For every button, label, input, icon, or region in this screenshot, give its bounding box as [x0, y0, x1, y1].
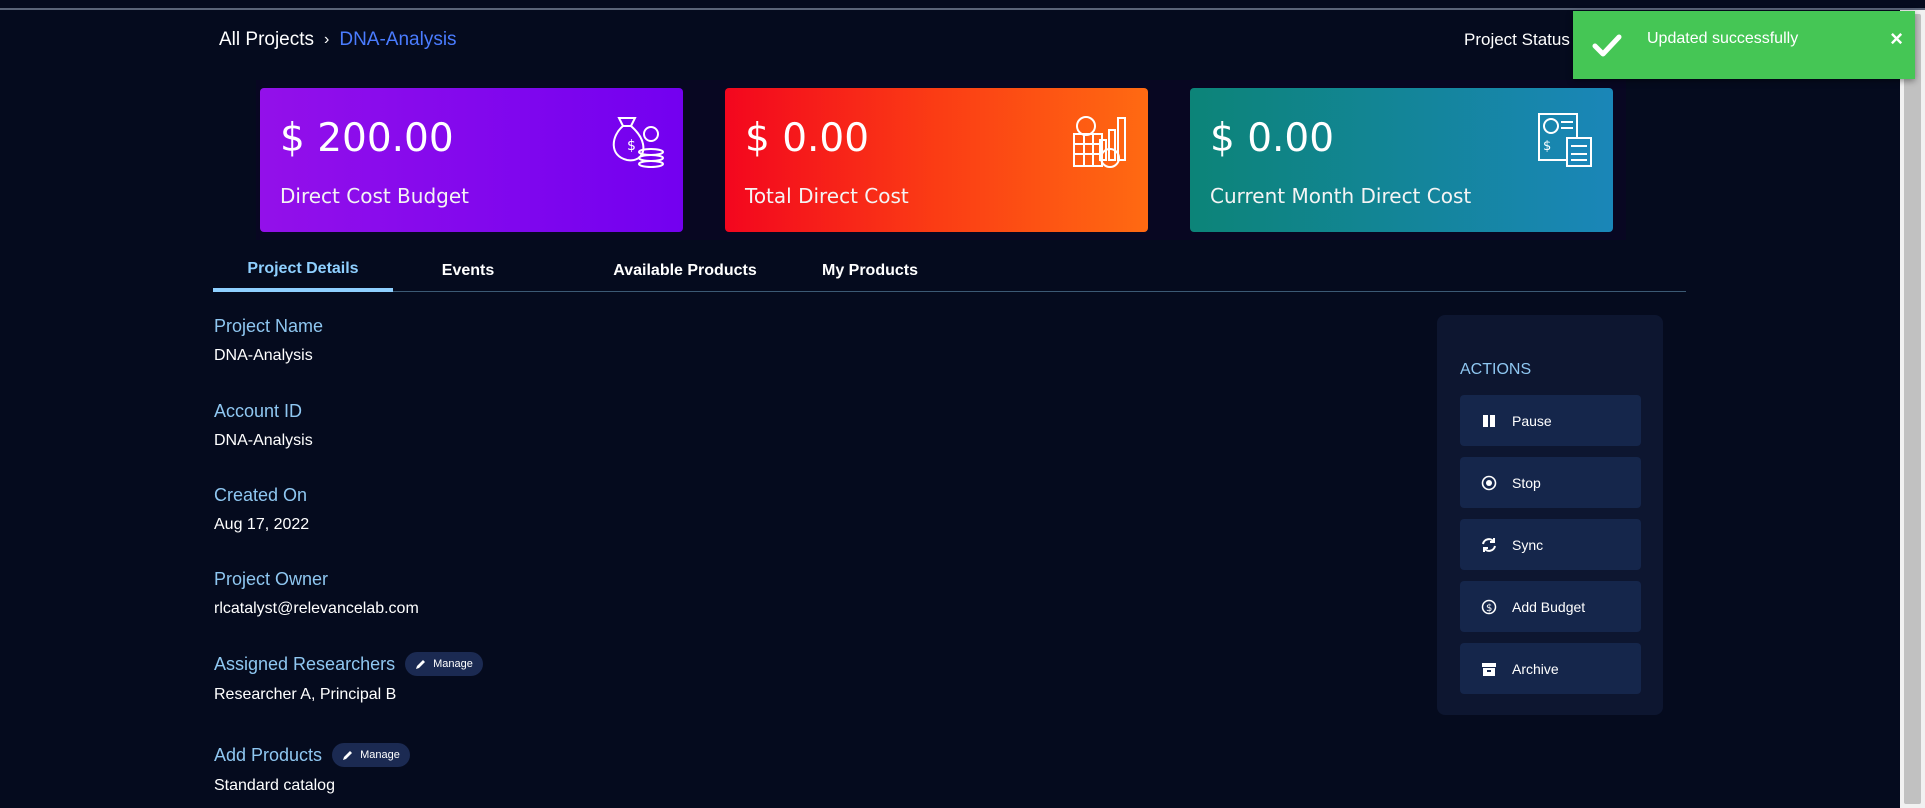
- pause-button[interactable]: Pause: [1460, 395, 1641, 446]
- field-assigned-researchers: Assigned Researchers Manage Researcher A…: [214, 652, 483, 704]
- field-value: Standard catalog: [214, 777, 335, 794]
- toast-message: Updated successfully: [1647, 30, 1799, 47]
- stop-circle-icon: [1480, 474, 1498, 492]
- breadcrumb: All Projects › DNA-Analysis: [219, 29, 457, 51]
- field-value: DNA-Analysis: [214, 432, 313, 449]
- sync-icon: [1480, 536, 1498, 554]
- cost-chart-icon: [1073, 116, 1126, 168]
- pause-icon: [1480, 412, 1498, 430]
- field-label-row: Assigned Researchers Manage: [214, 652, 483, 676]
- field-label: Project Owner: [214, 569, 329, 589]
- breadcrumb-current-project[interactable]: DNA-Analysis: [339, 29, 456, 51]
- success-toast: Updated successfully ×: [1573, 11, 1915, 79]
- toast-close-button[interactable]: ×: [1890, 26, 1903, 52]
- archive-button[interactable]: Archive: [1460, 643, 1641, 694]
- manage-researchers-button[interactable]: Manage: [405, 652, 483, 676]
- action-label: Stop: [1512, 474, 1541, 491]
- field-value: Researcher A, Principal B: [214, 686, 397, 703]
- manage-products-button[interactable]: Manage: [332, 743, 410, 767]
- project-status-label: Project Status :: [1464, 30, 1580, 49]
- action-label: Sync: [1512, 536, 1544, 553]
- tab-my-products[interactable]: My Products: [805, 250, 935, 292]
- svg-text:$: $: [1543, 139, 1551, 154]
- stop-button[interactable]: Stop: [1460, 457, 1641, 508]
- card-label: Current Month Direct Cost: [1210, 184, 1472, 208]
- svg-text:$: $: [1486, 603, 1492, 614]
- actions-panel: ACTIONS Pause Stop Sync $ Add Budget Arc…: [1437, 315, 1663, 715]
- archive-box-icon: [1480, 660, 1498, 678]
- field-created-on: Created On Aug 17, 2022: [214, 485, 309, 534]
- card-label: Total Direct Cost: [745, 184, 909, 208]
- manage-label: Manage: [360, 749, 400, 761]
- field-project-name: Project Name DNA-Analysis: [214, 316, 323, 365]
- pencil-icon: [343, 751, 353, 760]
- field-label-row: Add Products Manage: [214, 743, 410, 767]
- card-amount: $ 200.00: [280, 116, 454, 161]
- card-amount: $ 0.00: [745, 116, 870, 161]
- card-amount: $ 0.00: [1210, 116, 1335, 161]
- field-add-products: Add Products Manage Standard catalog: [214, 743, 410, 795]
- field-label: Account ID: [214, 401, 303, 421]
- card-direct-cost-budget: $ 200.00 Direct Cost Budget $: [260, 88, 683, 232]
- field-value: rlcatalyst@relevancelab.com: [214, 600, 419, 617]
- dollar-circle-icon: $: [1480, 598, 1498, 616]
- field-account-id: Account ID DNA-Analysis: [214, 401, 313, 450]
- actions-title: ACTIONS: [1460, 361, 1532, 378]
- svg-text:$: $: [627, 138, 636, 154]
- breadcrumb-all-projects[interactable]: All Projects: [219, 29, 314, 51]
- tab-project-details[interactable]: Project Details: [213, 250, 393, 292]
- card-total-direct-cost: $ 0.00 Total Direct Cost: [725, 88, 1148, 232]
- browser-top-border: [0, 0, 1925, 10]
- manage-label: Manage: [433, 658, 473, 670]
- card-current-month-direct-cost: $ 0.00 Current Month Direct Cost $: [1190, 88, 1613, 232]
- money-bag-icon: $: [612, 117, 664, 168]
- checkmark-icon: [1592, 34, 1622, 57]
- action-label: Archive: [1512, 660, 1559, 677]
- action-label: Add Budget: [1512, 598, 1586, 615]
- field-label: Assigned Researchers: [214, 653, 396, 674]
- add-budget-button[interactable]: $ Add Budget: [1460, 581, 1641, 632]
- field-label: Project Name: [214, 316, 324, 336]
- action-label: Pause: [1512, 412, 1552, 429]
- field-value: DNA-Analysis: [214, 347, 313, 364]
- report-calculator-icon: $: [1538, 113, 1592, 167]
- sync-button[interactable]: Sync: [1460, 519, 1641, 570]
- tab-events[interactable]: Events: [413, 250, 523, 292]
- field-project-owner: Project Owner rlcatalyst@relevancelab.co…: [214, 569, 419, 618]
- field-value: Aug 17, 2022: [214, 516, 310, 533]
- field-label: Add Products: [214, 744, 323, 765]
- project-tabs: Project Details Events Available Product…: [213, 250, 1686, 292]
- pencil-icon: [416, 660, 426, 669]
- cost-cards: $ 200.00 Direct Cost Budget $ $ 0.00 Tot…: [0, 80, 1925, 240]
- breadcrumb-separator-icon: ›: [324, 31, 330, 48]
- field-label: Created On: [214, 485, 308, 505]
- tab-available-products[interactable]: Available Products: [585, 250, 785, 292]
- card-label: Direct Cost Budget: [280, 184, 469, 208]
